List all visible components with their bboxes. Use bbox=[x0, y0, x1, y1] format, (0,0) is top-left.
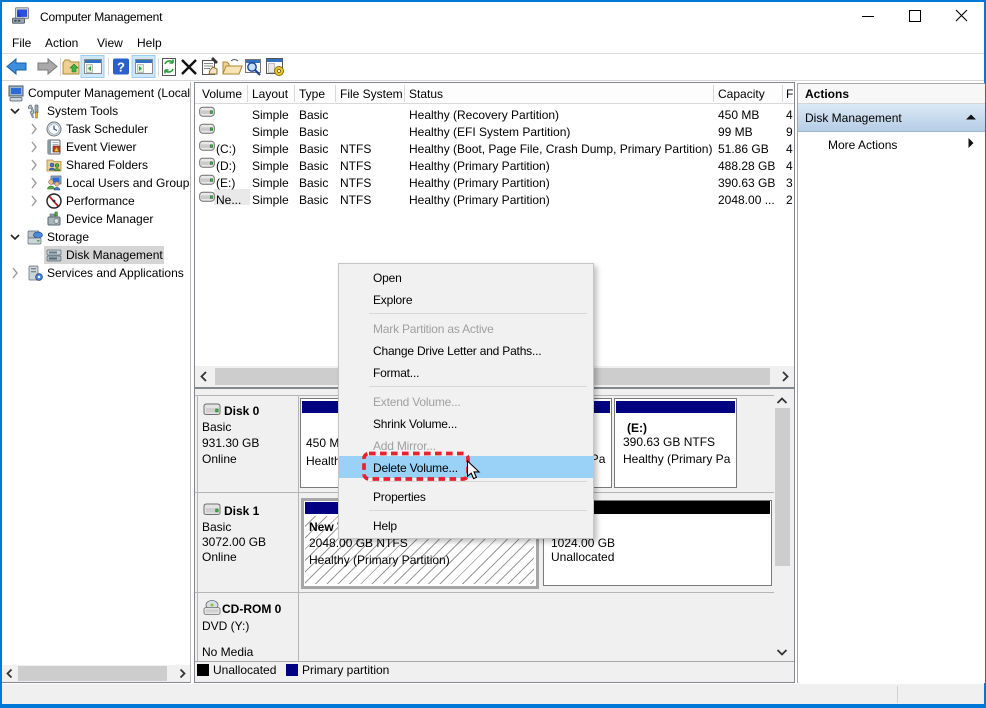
svg-text:?: ? bbox=[117, 60, 125, 75]
